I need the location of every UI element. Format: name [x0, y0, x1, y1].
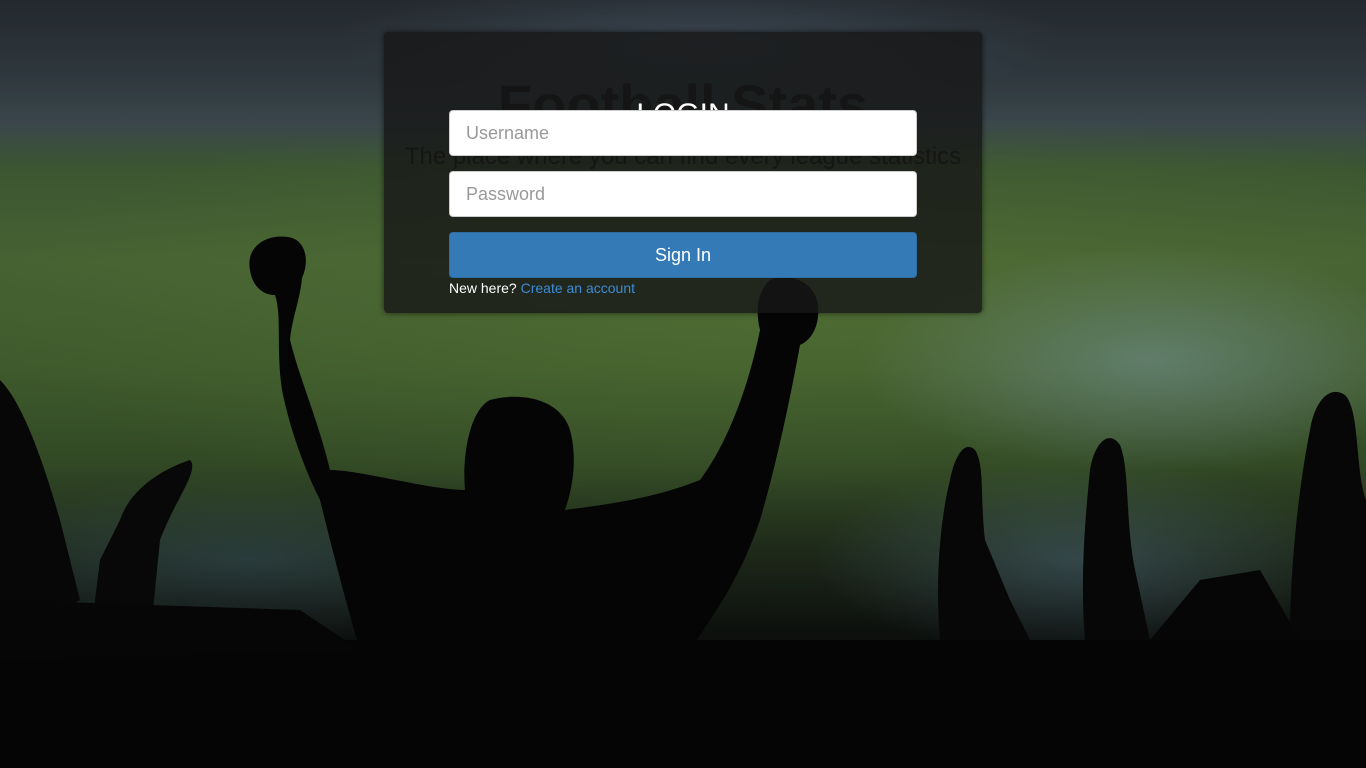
- create-account-link[interactable]: Create an account: [521, 280, 635, 296]
- sign-in-button[interactable]: Sign In: [449, 232, 917, 278]
- username-input[interactable]: [449, 110, 917, 156]
- signup-prompt: New here? Create an account: [449, 280, 635, 296]
- password-input[interactable]: [449, 171, 917, 217]
- new-here-label: New here?: [449, 280, 517, 296]
- login-card: LOGIN Sign In New here? Create an accoun…: [384, 32, 982, 313]
